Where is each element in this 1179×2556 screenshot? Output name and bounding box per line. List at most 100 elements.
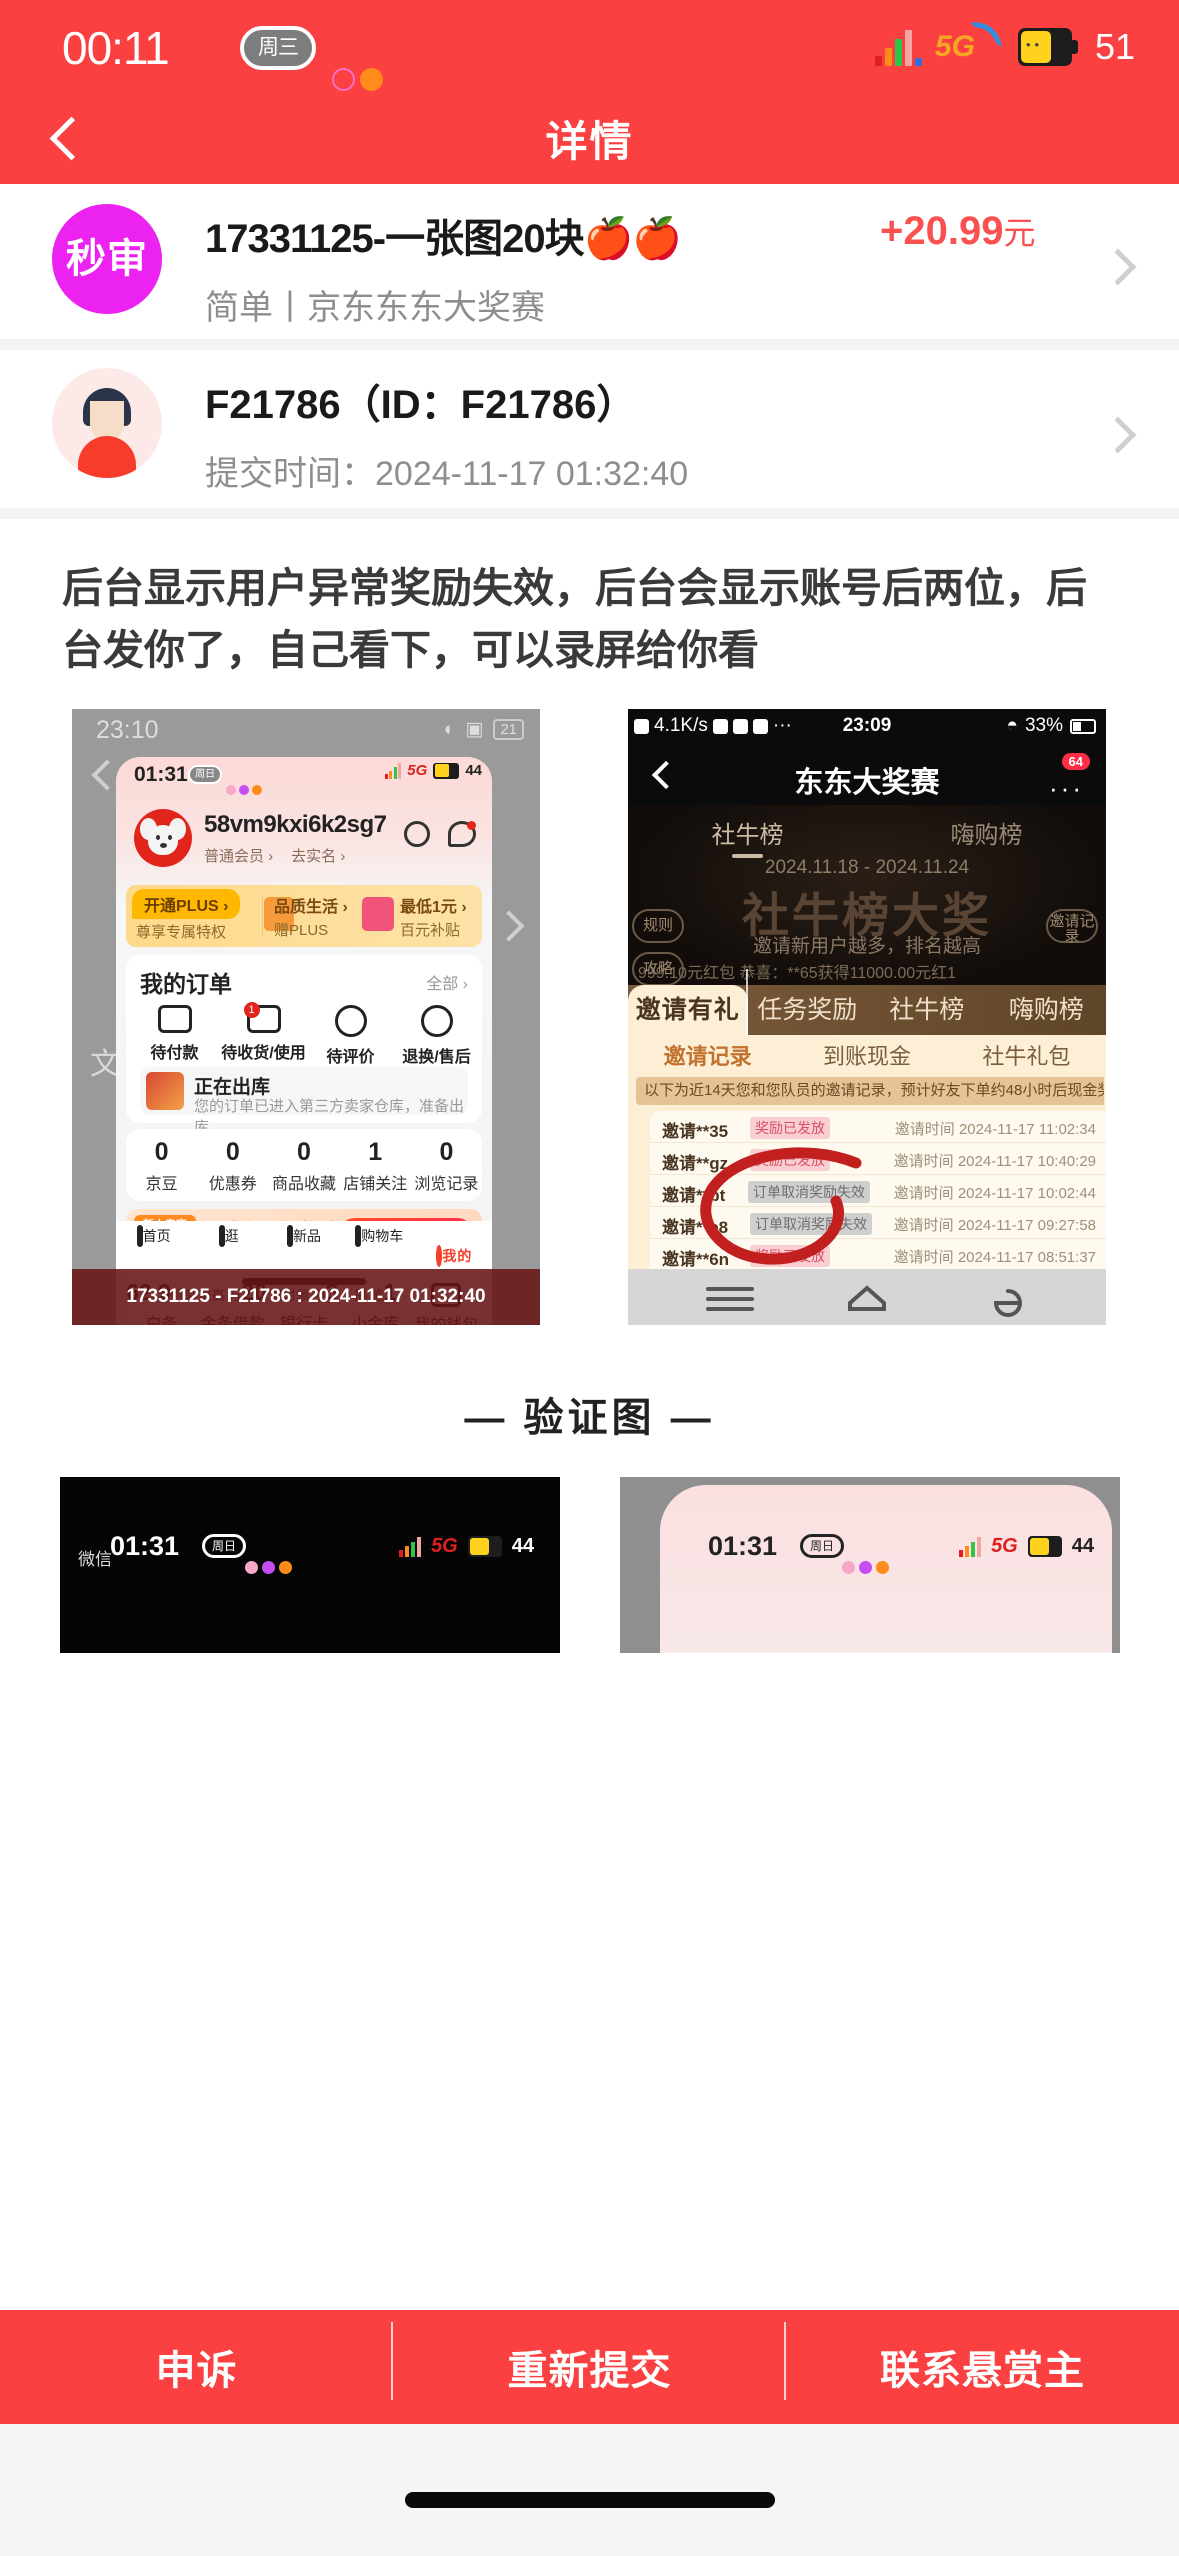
jd-user-tags: 普通会员 › 去实名 › [204, 845, 345, 866]
right-app-header: 东东大奖赛 64 ··· [628, 749, 1106, 805]
appeal-button[interactable]: 申诉 [0, 2322, 393, 2400]
network-type-icon: 5G [431, 1535, 458, 1557]
task-card[interactable]: 秒审 17331125-一张图20块🍎🍎 简单丨京东东东大奖赛 +20.99元 [0, 184, 1179, 339]
thumb-mini-icons [842, 1561, 889, 1574]
home-indicator-bar [0, 2424, 1179, 2556]
stat-item[interactable]: 0 优惠券 [197, 1129, 268, 1201]
stat-item[interactable]: 0 浏览记录 [411, 1129, 482, 1201]
subtab-giftpack[interactable]: 社牛礼包 [982, 1039, 1070, 1071]
stat-label: 京豆 [145, 1176, 178, 1193]
jd-avatar-icon [134, 809, 192, 867]
notification-badge: 64 [1061, 753, 1090, 770]
verification-section: — 验证图 — 微信 01:31 周日 5G 44 01:31 周日 5G 44 [0, 1349, 1179, 1653]
right-page-title: 东东大奖赛 [794, 767, 940, 799]
hero-tab-haigou[interactable]: 嗨购榜 [951, 815, 1023, 850]
hero-top-tabs: 社牛榜 嗨购榜 [628, 815, 1106, 858]
stat-label: 商品收藏 [272, 1176, 337, 1193]
tab-haigou-list[interactable]: 嗨购榜 [987, 985, 1107, 1035]
vibrate-icon: ▣ [465, 719, 484, 740]
jd-mini-icons [226, 785, 262, 795]
plus-col2-sub: 百元补贴 [400, 922, 461, 939]
jd-member-tag[interactable]: 普通会员 › [204, 845, 273, 866]
table-row[interactable]: 邀请**gz 奖励已发放 邀请时间 2024-11-17 10:40:29 [650, 1143, 1106, 1175]
box-icon: 1 [243, 1002, 281, 1033]
thumb-day: 周日 [800, 1534, 844, 1558]
jd-verify-tag[interactable]: 去实名 › [291, 845, 345, 866]
section-divider [0, 339, 1179, 350]
resubmit-button[interactable]: 重新提交 [393, 2322, 786, 2400]
stat-item[interactable]: 0 京豆 [126, 1129, 197, 1201]
gear-icon[interactable] [404, 821, 430, 847]
tab-mine[interactable]: 我的 [417, 1221, 492, 1275]
stat-item[interactable]: 0 商品收藏 [268, 1129, 339, 1201]
orders-header: 我的订单 [140, 971, 232, 997]
tab-home[interactable]: 首页 [116, 1221, 191, 1275]
android-nav-bar [628, 1269, 1106, 1325]
hero-tab-shenui[interactable]: 社牛榜 [712, 815, 784, 858]
submitted-screenshots: 23:10 ◐ ▣ 21 文 01:31 周日 5G 44 58vm9kxi6k… [0, 709, 1179, 1349]
record-name: 邀请**bt [662, 1186, 726, 1205]
watermark-stamp: 17331125 - F21786 : 2024-11-17 01:32:40 [72, 1269, 540, 1325]
user-card[interactable]: F21786（ID：F21786） 提交时间：2024-11-17 01:32:… [0, 350, 1179, 508]
chevron-right-icon [1099, 416, 1137, 454]
home-indicator[interactable] [404, 2492, 775, 2508]
subtab-cash[interactable]: 到账现金 [823, 1039, 911, 1071]
order-badge: 1 [243, 1002, 260, 1018]
verification-thumb-2[interactable]: 01:31 周日 5G 44 [620, 1477, 1120, 1653]
contact-publisher-button[interactable]: 联系悬赏主 [786, 2338, 1179, 2396]
stat-value: 0 [154, 1138, 169, 1166]
order-cell-label: 待收货/使用 [221, 1045, 306, 1062]
submission-description: 后台显示用户异常奖励失效，后台会显示账号后两位，后台发你了，自己看下，可以录屏给… [0, 519, 1179, 709]
verification-thumb-1[interactable]: 微信 01:31 周日 5G 44 [60, 1477, 560, 1653]
plus-col1-sub: 赠PLUS [274, 922, 329, 939]
table-row[interactable]: 邀请**35 奖励已发放 邀请时间 2024-11-17 11:02:34 [650, 1111, 1106, 1143]
verification-title: — 验证图 — [464, 1396, 715, 1440]
hero-right-pills: 邀请记录 [1046, 909, 1102, 952]
order-cell-review[interactable]: 待评价 [306, 1005, 395, 1067]
bluetooth-icon [360, 68, 383, 91]
tab-cart[interactable]: 购物车 [342, 1221, 417, 1275]
table-row[interactable]: 邀请**e8 订单取消奖励失效 邀请时间 2024-11-17 09:27:58 [650, 1207, 1106, 1239]
stat-label: 优惠券 [208, 1176, 257, 1193]
tab-shenui-list[interactable]: 社牛榜 [867, 985, 987, 1035]
tab-task-reward[interactable]: 任务奖励 [748, 985, 868, 1035]
stat-item[interactable]: 1 店铺关注 [340, 1129, 411, 1201]
order-cell-shipping[interactable]: 1 待收货/使用 [219, 1002, 308, 1063]
battery-icon [433, 762, 460, 779]
message-icon[interactable] [448, 821, 476, 847]
screenshot-left[interactable]: 23:10 ◐ ▣ 21 文 01:31 周日 5G 44 58vm9kxi6k… [72, 709, 540, 1325]
screenshot-right[interactable]: 4.1K/s ··· 23:09 ◓ 33% 东东大奖赛 64 ··· 社牛榜 嗨… [628, 709, 1106, 1325]
right-tab-content: 邀请记录 到账现金 社牛礼包 以下为近14天您和您队员的邀请记录，预计好友下单约… [628, 1035, 1106, 1325]
table-row[interactable]: 邀请**bt 订单取消奖励失效 邀请时间 2024-11-17 10:02:44 [650, 1175, 1106, 1207]
redpacket-icon [362, 897, 394, 931]
hero-subtitle: 邀请新用户越多，排名越高 [752, 936, 981, 957]
status-badge: 奖励已发放 [750, 1245, 830, 1267]
status-time: 00:11 [62, 22, 170, 74]
tab-new[interactable]: 新品 [266, 1221, 341, 1275]
orders-all-link[interactable]: 全部 › [426, 970, 468, 994]
star-icon [334, 1005, 367, 1037]
jd-plus-banner[interactable]: 开通PLUS › 尊享专属特权 品质生活 › 赠PLUS 最低1元 › 百元补贴 [126, 885, 482, 947]
tab-invite-gift[interactable]: 邀请有礼 [628, 969, 748, 1047]
status-right-cluster: 5G •• 51 [874, 21, 1135, 68]
more-icon[interactable]: ··· [1049, 773, 1084, 804]
plus-col2-title: 最低1元 › [400, 899, 467, 916]
jd-profile-header: 58vm9kxi6k2sg7 普通会员 › 去实名 › [116, 803, 492, 879]
network-type-icon: 5G [991, 1535, 1018, 1557]
avatar [52, 368, 162, 478]
pill-invite-record[interactable]: 邀请记录 [1046, 909, 1098, 944]
shipping-status-row[interactable]: 正在出库 您的订单已进入第三方卖家仓库，准备出库 [140, 1067, 468, 1136]
order-cell-return[interactable]: 退换/售后 [392, 1005, 481, 1067]
return-app-label: 微信 [78, 1550, 112, 1569]
pill-rules[interactable]: 规则 [632, 909, 684, 943]
order-cell-unpaid[interactable]: 待付款 [130, 1005, 219, 1063]
subtab-invite-record[interactable]: 邀请记录 [664, 1039, 752, 1071]
thumb-status-bar: 01:31 周日 5G 44 [620, 1519, 1120, 1579]
status-badge: 奖励已发放 [750, 1117, 830, 1139]
battery-percent: 51 [1094, 26, 1135, 67]
tab-browse[interactable]: 逛 [191, 1221, 266, 1275]
table-row[interactable]: 邀请**6n 奖励已发放 邀请时间 2024-11-17 08:51:37 [650, 1239, 1106, 1271]
thumb-day: 周日 [202, 1534, 246, 1558]
battery-percent: 33% [1024, 715, 1063, 736]
pill-strategy[interactable]: 攻略 [632, 952, 684, 986]
